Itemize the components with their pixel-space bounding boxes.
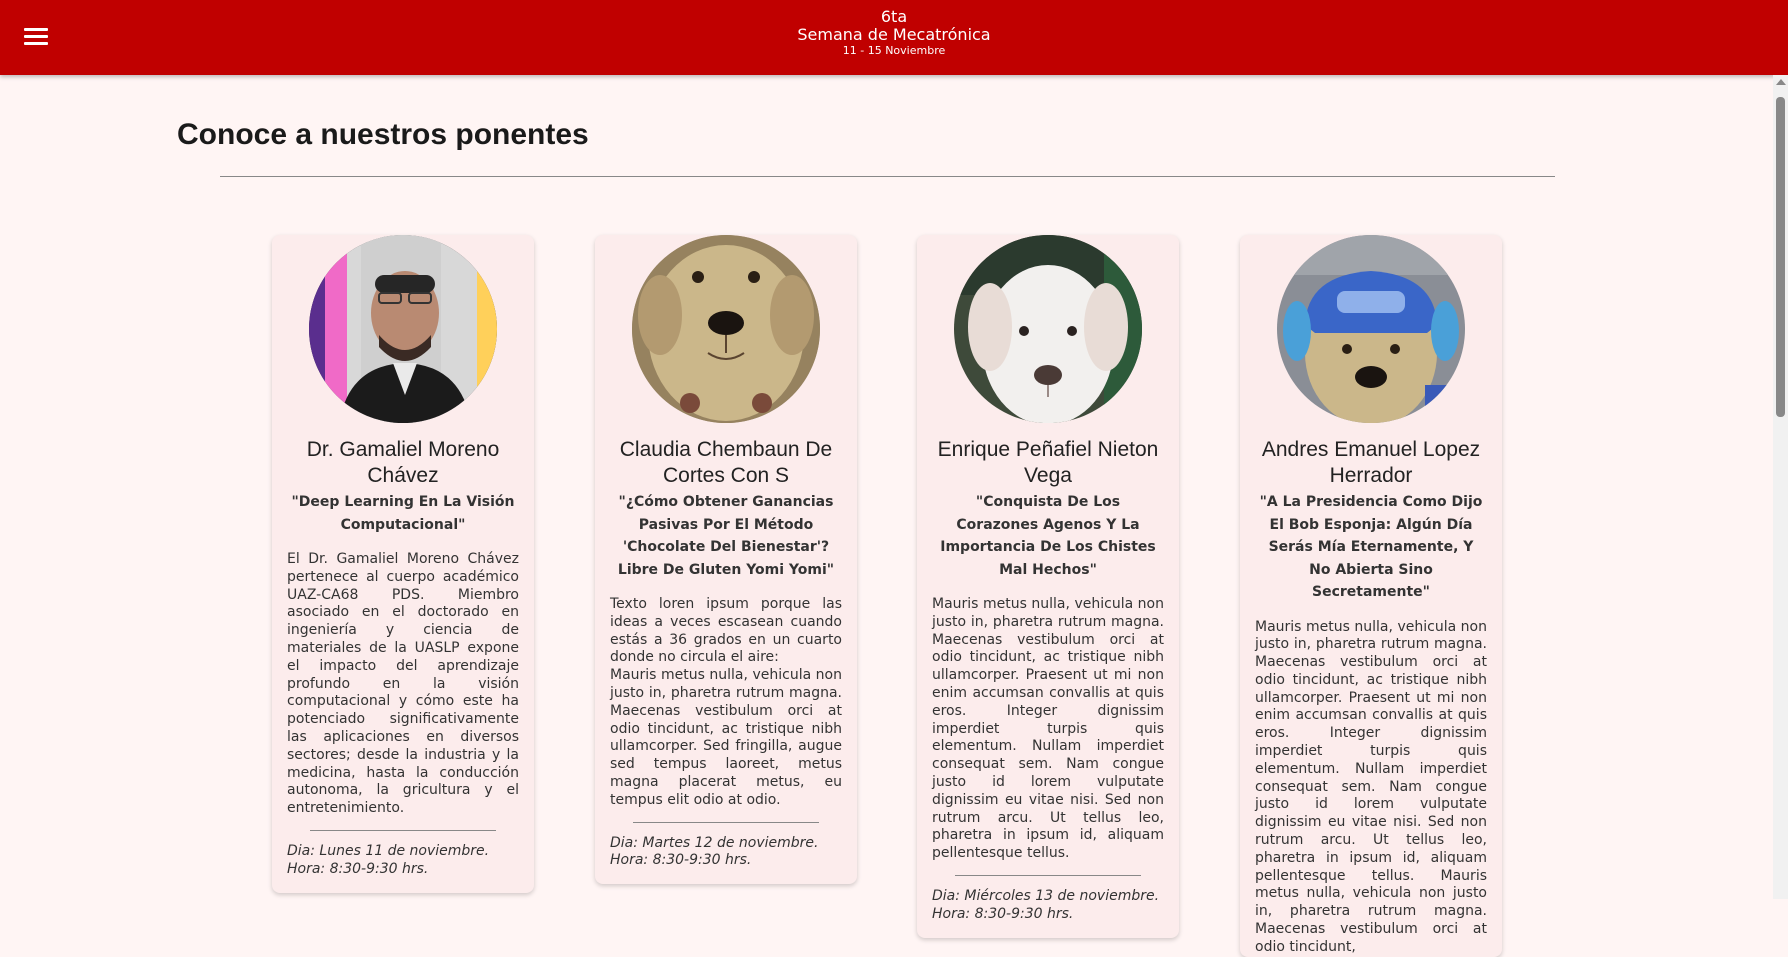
speaker-name: Enrique Peñafiel Nieton Vega xyxy=(937,438,1159,487)
speaker-description: Texto loren ipsum porque las ideas a vec… xyxy=(610,596,842,808)
page-title: Conoce a nuestros ponentes xyxy=(177,118,589,151)
schedule-hour: Hora: 8:30-9:30 hrs. xyxy=(932,905,1074,922)
scrollbar-thumb[interactable] xyxy=(1776,97,1785,417)
speaker-card-enrique: Enrique Peñafiel Nieton Vega "Conquista … xyxy=(917,235,1179,938)
speaker-card-gamaliel: Dr. Gamaliel Moreno Chávez "Deep Learnin… xyxy=(272,235,534,893)
schedule: Dia: Miércoles 13 de noviembre. Hora: 8:… xyxy=(932,888,1164,924)
vertical-scrollbar[interactable] xyxy=(1773,75,1788,899)
event-edition: 6ta xyxy=(880,7,908,26)
top-app-bar: 6ta Semana de Mecatrónica 11 - 15 Noviem… xyxy=(0,0,1788,75)
section-divider xyxy=(220,176,1555,177)
speaker-name: Dr. Gamaliel Moreno Chávez xyxy=(306,438,500,487)
event-dates: 11 - 15 Noviembre xyxy=(842,43,946,57)
schedule-day: Dia: Miércoles 13 de noviembre. xyxy=(932,887,1160,904)
event-brand: 6ta Semana de Mecatrónica 11 - 15 Noviem… xyxy=(0,7,1788,57)
talk-title: "Deep Learning En La Visión Computaciona… xyxy=(291,494,515,533)
speaker-name: Andres Emanuel Lopez Herrador xyxy=(1261,438,1481,487)
schedule: Dia: Lunes 11 de noviembre. Hora: 8:30-9… xyxy=(287,843,519,879)
schedule-day: Dia: Martes 12 de noviembre. xyxy=(610,834,819,851)
speaker-description: Mauris metus nulla, vehicula non justo i… xyxy=(932,596,1164,862)
speaker-photo xyxy=(954,235,1142,423)
card-divider xyxy=(955,874,1141,876)
speaker-description: Mauris metus nulla, vehicula non justo i… xyxy=(1255,618,1487,955)
schedule-hour: Hora: 8:30-9:30 hrs. xyxy=(287,860,429,877)
schedule-hour: Hora: 8:30-9:30 hrs. xyxy=(610,852,752,869)
event-title: Semana de Mecatrónica xyxy=(797,25,991,45)
talk-title: "¿Cómo Obtener Ganancias Pasivas Por El … xyxy=(617,494,835,578)
card-divider xyxy=(310,829,496,831)
scroll-up-arrow-icon[interactable] xyxy=(1776,79,1786,85)
talk-title: "Conquista De Los Corazones Agenos Y La … xyxy=(940,494,1156,578)
schedule-day: Dia: Lunes 11 de noviembre. xyxy=(287,842,490,859)
speaker-photo xyxy=(1277,235,1465,423)
talk-title: "A La Presidencia Como Dijo El Bob Espon… xyxy=(1259,494,1483,600)
speaker-card-claudia: Claudia Chembaun De Cortes Con S "¿Cómo … xyxy=(595,235,857,885)
schedule: Dia: Martes 12 de noviembre. Hora: 8:30-… xyxy=(610,835,842,871)
card-divider xyxy=(633,821,819,823)
speaker-description: El Dr. Gamaliel Moreno Chávez pertenece … xyxy=(287,551,519,817)
speaker-photo xyxy=(632,235,820,423)
speaker-photo xyxy=(309,235,497,423)
speaker-card-andres: Andres Emanuel Lopez Herrador "A La Pres… xyxy=(1240,235,1502,957)
speaker-name: Claudia Chembaun De Cortes Con S xyxy=(619,438,833,487)
